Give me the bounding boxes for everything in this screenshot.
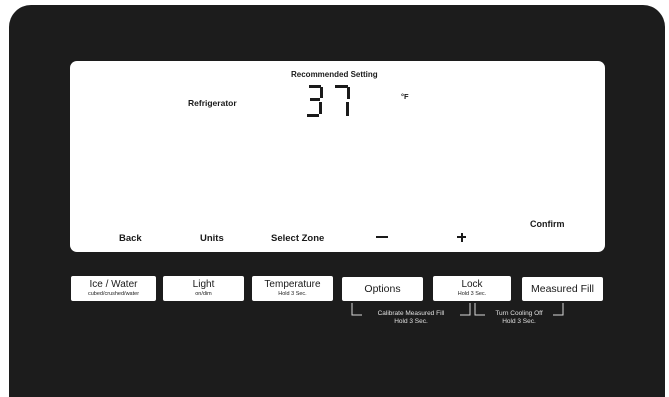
turn-cooling-off-hint: Turn Cooling Off Hold 3 Sec. [495,310,543,325]
hold-bracket-lines [351,303,564,316]
calibrate-measured-fill-hint: Calibrate Measured Fill Hold 3 Sec. [377,310,445,325]
